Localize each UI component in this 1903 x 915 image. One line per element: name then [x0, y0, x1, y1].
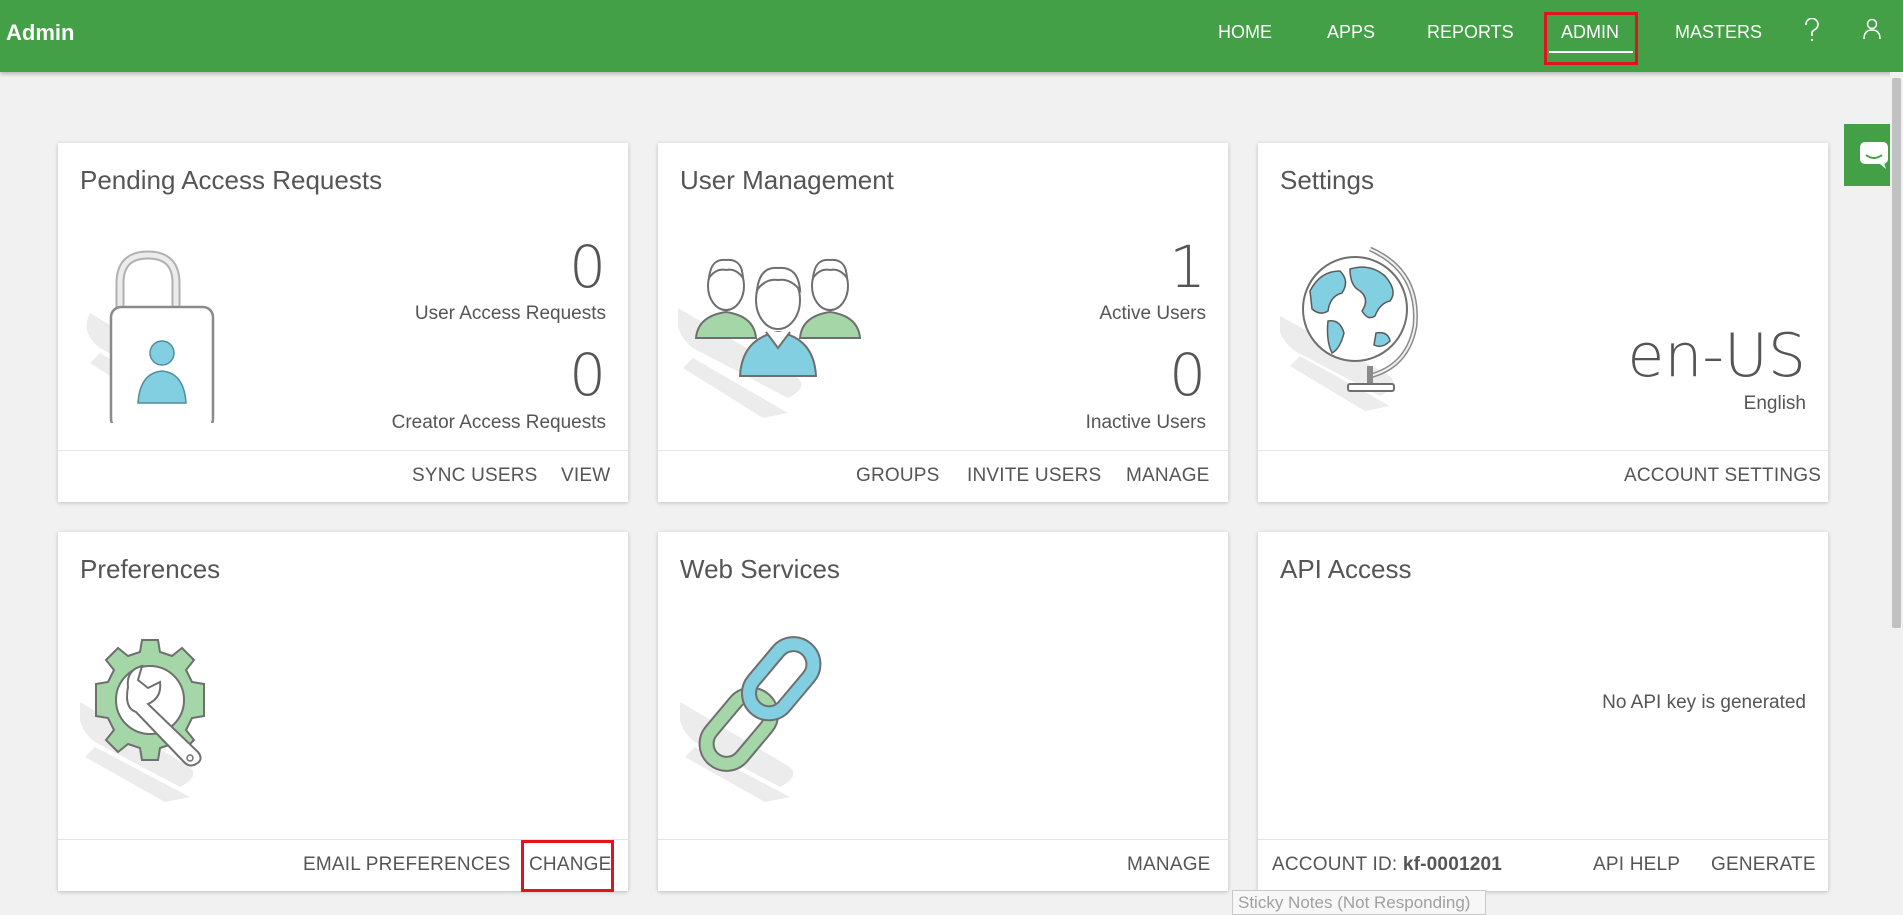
question-icon[interactable]: [1803, 17, 1821, 48]
api-help-button[interactable]: API HELP: [1593, 854, 1680, 876]
api-access-footer: ACCOUNT ID: kf-0001201 API HELP GENERATE: [1258, 839, 1828, 891]
account-id-label: ACCOUNT ID:: [1272, 854, 1398, 875]
user-icon-svg: [1863, 18, 1881, 40]
nav-reports[interactable]: REPORTS: [1427, 22, 1514, 43]
user-access-label: User Access Requests: [414, 303, 606, 324]
api-access-card: API Access No API key is generated ACCOU…: [1258, 532, 1828, 891]
account-id-value: kf-0001201: [1402, 854, 1503, 875]
pending-access-title: Pending Access Requests: [80, 165, 383, 195]
user-management-footer: GROUPS INVITE USERS MANAGE: [658, 450, 1228, 502]
pending-access-card: Pending Access Requests 0 User Access Re…: [58, 143, 628, 502]
view-requests-button[interactable]: VIEW: [561, 465, 610, 487]
change-button-highlight: [521, 840, 614, 892]
taskbar-tooltip: Sticky Notes (Not Responding): [1232, 890, 1486, 915]
app-title: Admin: [6, 20, 75, 45]
active-users-label: Active Users: [1099, 303, 1206, 324]
settings-footer: ACCOUNT SETTINGS: [1258, 450, 1828, 502]
nav-admin-highlight: [1544, 12, 1638, 65]
account-settings-button[interactable]: ACCOUNT SETTINGS: [1624, 465, 1821, 487]
account-id: ACCOUNT ID: kf-0001201: [1272, 854, 1502, 876]
web-services-title: Web Services: [680, 554, 840, 584]
api-access-title: API Access: [1280, 554, 1412, 584]
manage-users-button[interactable]: MANAGE: [1126, 465, 1210, 487]
groups-button[interactable]: GROUPS: [856, 465, 940, 487]
active-users-count: 1: [1169, 233, 1206, 301]
user-management-card: User Management 1 Active Users 0 Inactiv…: [658, 143, 1228, 502]
email-preferences-button[interactable]: EMAIL PREFERENCES: [303, 854, 511, 876]
top-nav-bar: Admin HOME APPS REPORTS ADMIN MASTERS: [0, 0, 1903, 72]
chain-link-icon: [679, 632, 840, 807]
user-access-count: 0: [569, 233, 606, 301]
gear-wrench-icon: [79, 632, 240, 807]
user-management-title: User Management: [680, 165, 894, 195]
preferences-card: Preferences EMAIL PREFERENCES CHANGE: [58, 532, 628, 892]
settings-card: Settings en-US English ACCOUNT SETTINGS: [1258, 143, 1828, 502]
preferences-title: Preferences: [80, 554, 221, 584]
nav-home[interactable]: HOME: [1218, 22, 1272, 43]
generate-api-key-button[interactable]: GENERATE: [1711, 854, 1816, 876]
inactive-users-label: Inactive Users: [1085, 412, 1206, 433]
invite-users-button[interactable]: INVITE USERS: [967, 465, 1101, 487]
language-name: English: [1743, 393, 1806, 414]
nav-masters[interactable]: MASTERS: [1675, 22, 1762, 43]
web-services-footer: MANAGE: [658, 839, 1228, 891]
pending-access-footer: SYNC USERS VIEW: [58, 450, 628, 502]
api-key-status: No API key is generated: [1602, 692, 1806, 713]
settings-title: Settings: [1280, 165, 1374, 195]
globe-icon: [1279, 241, 1440, 416]
page-scrollbar-thumb[interactable]: [1892, 78, 1901, 628]
user-group-icon: [677, 238, 908, 423]
user-icon[interactable]: [1862, 18, 1882, 46]
question-icon-svg: [1805, 17, 1819, 42]
padlock-user-icon: [80, 243, 220, 431]
nav-apps[interactable]: APPS: [1327, 22, 1375, 43]
sync-users-button[interactable]: SYNC USERS: [412, 465, 538, 487]
creator-access-count: 0: [569, 341, 606, 409]
chat-bubble-icon: [1859, 142, 1888, 169]
web-services-card: Web Services MANAGE: [658, 532, 1228, 891]
inactive-users-count: 0: [1169, 341, 1206, 409]
creator-access-label: Creator Access Requests: [391, 412, 606, 433]
locale-code: en-US: [1627, 321, 1806, 391]
manage-web-services-button[interactable]: MANAGE: [1127, 854, 1211, 876]
